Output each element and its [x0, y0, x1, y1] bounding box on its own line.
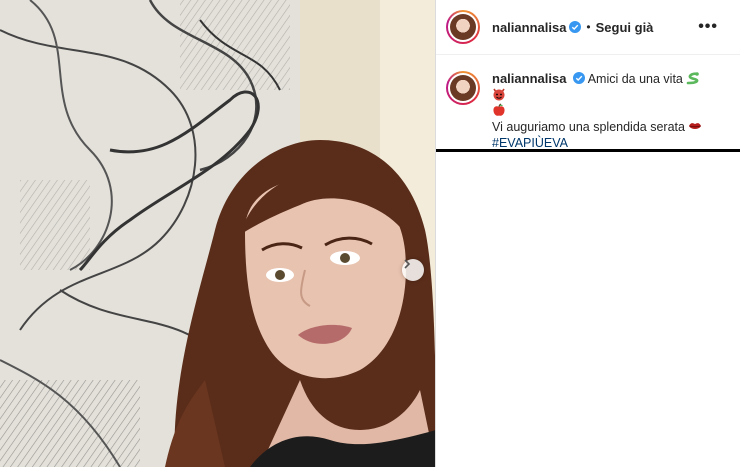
avatar-image	[450, 14, 476, 40]
separator-dot: •	[586, 20, 591, 34]
caption-comment: naliannalisa Amici da una vita Vi auguri…	[436, 55, 740, 151]
snake-emoji-icon	[687, 72, 700, 85]
following-button[interactable]: Segui già	[596, 20, 654, 35]
apple-emoji-icon	[493, 103, 505, 116]
chevron-right-icon	[404, 259, 411, 269]
avatar[interactable]	[446, 10, 480, 44]
caption-line-1: Amici da una vita	[587, 72, 683, 86]
verified-badge-icon	[569, 21, 582, 33]
carousel-next-button[interactable]	[402, 259, 424, 281]
post-details-panel: naliannalisa • Segui già ••• naliannalis…	[436, 0, 740, 152]
caption-username-link[interactable]: naliannalisa	[492, 71, 566, 86]
verified-badge-icon	[572, 72, 585, 84]
photo-illustration	[0, 0, 435, 467]
post-header: naliannalisa • Segui già •••	[436, 0, 740, 55]
caption-avatar[interactable]	[446, 71, 480, 105]
more-options-button[interactable]: •••	[698, 18, 718, 36]
devil-emoji-icon	[493, 88, 505, 101]
caption-line-2: Vi auguriamo una splendida serata	[492, 120, 685, 134]
lips-emoji-icon	[689, 123, 702, 129]
avatar-image	[450, 75, 476, 101]
caption-text: naliannalisa Amici da una vita Vi auguri…	[492, 71, 712, 151]
username-link[interactable]: naliannalisa	[492, 20, 566, 35]
post-photo	[0, 0, 436, 467]
hashtag-link[interactable]: #EVAPIÙEVA	[492, 136, 568, 150]
